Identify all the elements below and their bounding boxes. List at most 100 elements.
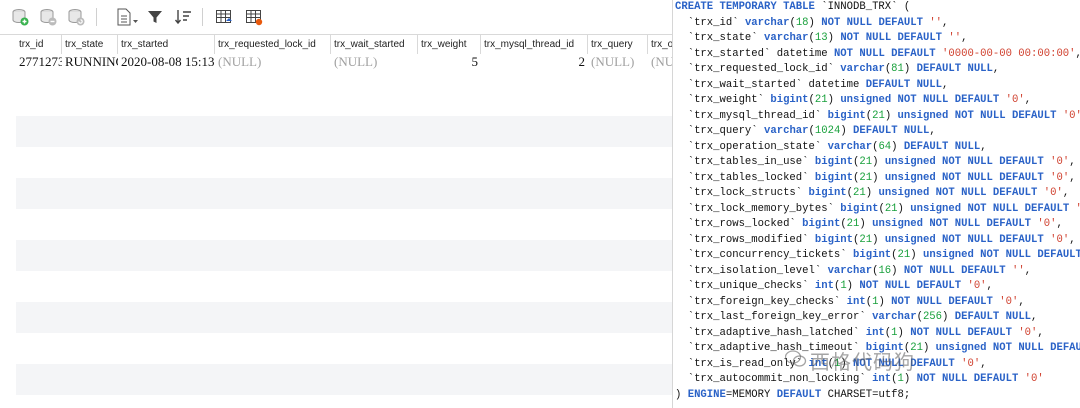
code-token: bigint xyxy=(808,187,847,199)
code-token: , xyxy=(942,16,949,29)
table-row[interactable]: 2771273 RUNNING 2020-08-08 15:13 (NULL) … xyxy=(16,54,672,85)
code-line: `trx_state` varchar(13) NOT NULL DEFAULT… xyxy=(675,31,1080,47)
code-token: DEFAULT NULL xyxy=(916,63,993,75)
code-token: `trx_rows_locked` xyxy=(675,218,803,230)
code-token: unsigned NOT NULL DEFAULT xyxy=(922,249,1080,261)
code-token: 13 xyxy=(814,32,828,44)
column-header[interactable]: trx_o xyxy=(648,35,672,54)
code-line: `trx_foreign_key_checks` int(1) NOT NULL… xyxy=(675,295,1080,311)
column-header[interactable]: trx_state xyxy=(62,35,118,54)
code-token: , xyxy=(1062,187,1070,199)
cell-trx-wait-started[interactable]: (NULL) xyxy=(331,54,418,70)
code-token: , xyxy=(929,125,936,137)
code-token: ) xyxy=(846,280,860,292)
refresh-row-icon[interactable] xyxy=(66,7,86,27)
code-line: `trx_query` varchar(1024) DEFAULT NULL, xyxy=(675,124,1080,140)
code-token: `trx_isolation_level` xyxy=(675,264,828,277)
code-token: , xyxy=(1056,218,1063,230)
column-header[interactable]: trx_started xyxy=(118,35,215,54)
code-token: , xyxy=(961,32,968,44)
column-header[interactable]: trx_query xyxy=(588,35,648,54)
code-token: varchar xyxy=(840,63,885,75)
cell-trx-query[interactable]: (NULL) xyxy=(588,54,648,70)
grid-view-icon[interactable] xyxy=(214,7,234,27)
code-line: `trx_id` varchar(18) NOT NULL DEFAULT ''… xyxy=(675,16,1080,32)
code-token: `trx_mysql_thread_id` xyxy=(675,109,828,122)
code-token: varchar xyxy=(827,264,873,277)
code-line: `trx_tables_locked` bigint(21) unsigned … xyxy=(675,171,1080,187)
code-token: bigint xyxy=(814,171,854,184)
grid-export-icon[interactable] xyxy=(244,7,264,27)
code-token: '' xyxy=(948,32,962,44)
empty-row xyxy=(16,364,672,395)
cell-trx-weight[interactable]: 5 xyxy=(418,54,481,70)
code-token: , xyxy=(1031,311,1038,323)
column-header[interactable]: trx_wait_started xyxy=(331,35,418,54)
code-token: , xyxy=(1069,171,1076,184)
code-token: `trx_lock_structs` xyxy=(675,187,809,199)
column-header[interactable]: trx_weight xyxy=(418,35,481,54)
code-token: varchar xyxy=(764,125,809,137)
cell-trx-mysql-thread-id[interactable]: 2 xyxy=(481,54,588,70)
add-row-icon[interactable] xyxy=(10,7,30,27)
code-token: `trx_query` xyxy=(675,125,765,137)
grid-header: trx_id trx_state trx_started trx_request… xyxy=(0,34,672,55)
code-line: ) ENGINE=MEMORY DEFAULT CHARSET=utf8; xyxy=(675,388,1080,404)
code-token: DEFAULT NULL xyxy=(865,78,943,91)
code-token: ENGINE xyxy=(687,388,726,401)
cell-trx-id[interactable]: 2771273 xyxy=(16,54,62,70)
code-line: `trx_lock_memory_bytes` bigint(21) unsig… xyxy=(675,202,1080,218)
code-token: CHARSET=utf8; xyxy=(821,388,911,401)
code-token: , xyxy=(992,63,1000,75)
code-token: , xyxy=(1076,48,1080,60)
code-token: bigint xyxy=(814,156,854,168)
column-header[interactable]: trx_id xyxy=(16,35,62,54)
cell-trx-requested-lock-id[interactable]: (NULL) xyxy=(215,54,331,70)
empty-row xyxy=(16,85,672,116)
code-line: `trx_mysql_thread_id` bigint(21) unsigne… xyxy=(675,109,1080,125)
code-token: , xyxy=(980,357,987,370)
code-token: unsigned NOT NULL DEFAULT xyxy=(897,109,1057,122)
code-token: NOT NULL DEFAULT xyxy=(903,264,1006,277)
code-token: bigint xyxy=(802,218,841,230)
code-token: 21 xyxy=(814,94,828,106)
code-line: `trx_last_foreign_key_error` varchar(256… xyxy=(675,310,1080,326)
code-token: ) xyxy=(903,63,917,75)
cell-trx-o[interactable]: (NU xyxy=(648,54,672,70)
toolbar-separator xyxy=(96,8,97,26)
code-token: 21 xyxy=(859,233,873,246)
code-token: NOT NULL DEFAULT xyxy=(821,16,923,29)
column-header[interactable]: trx_mysql_thread_id xyxy=(481,35,588,54)
code-token: , xyxy=(942,78,949,91)
code-line: `trx_unique_checks` int(1) NOT NULL DEFA… xyxy=(675,279,1080,295)
code-token: `trx_rows_modified` xyxy=(675,233,815,246)
code-line: `trx_started` datetime NOT NULL DEFAULT … xyxy=(675,47,1080,63)
code-token: DEFAULT xyxy=(776,388,822,401)
create-table-statement[interactable]: CREATE TEMPORARY TABLE `INNODB_TRX` ( `t… xyxy=(675,0,1080,403)
code-token: unsigned NOT NULL DEFAULT xyxy=(872,218,1032,230)
code-token: '0' xyxy=(1050,156,1070,168)
code-token: , xyxy=(1069,233,1076,246)
cell-trx-started[interactable]: 2020-08-08 15:13 xyxy=(118,54,215,70)
code-token: '0' xyxy=(1062,109,1080,122)
filter-icon[interactable] xyxy=(146,7,164,27)
code-line: `trx_requested_lock_id` varchar(81) DEFA… xyxy=(675,62,1080,78)
cell-trx-state[interactable]: RUNNING xyxy=(62,54,118,70)
code-token: '0000-00-00 00:00:00' xyxy=(942,47,1076,60)
empty-row xyxy=(16,271,672,302)
code-token: ) xyxy=(675,388,688,401)
sort-icon[interactable] xyxy=(174,7,192,27)
code-token: DEFAULT NULL xyxy=(954,311,1032,323)
code-token: NOT NULL DEFAULT xyxy=(859,280,962,292)
delete-row-icon[interactable] xyxy=(38,7,58,27)
export-doc-icon[interactable] xyxy=(114,7,140,27)
code-token: `trx_wait_started` datetime xyxy=(675,78,866,91)
code-token: 16 xyxy=(878,264,892,277)
code-token: ) xyxy=(827,32,841,44)
code-token: 21 xyxy=(897,249,911,261)
code-token: ) xyxy=(897,202,911,215)
column-header[interactable]: trx_requested_lock_id xyxy=(215,35,331,54)
code-token: 21 xyxy=(884,202,898,215)
code-token: NOT NULL DEFAULT xyxy=(910,326,1012,339)
code-token: 21 xyxy=(846,218,860,230)
